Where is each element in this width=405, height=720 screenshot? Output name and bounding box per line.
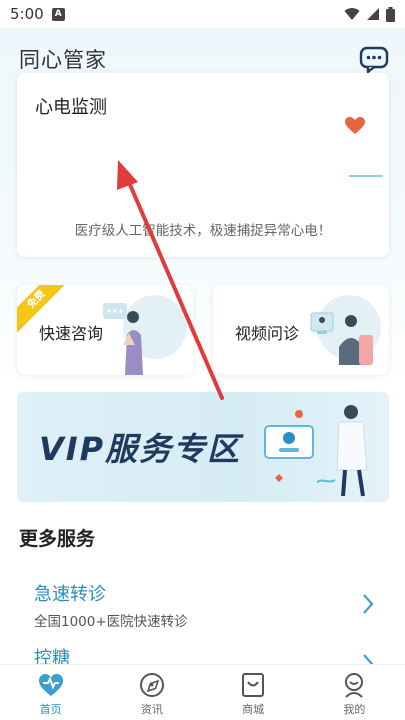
ecg-card-description: 医疗级人工智能技术，极速捕捉异常心电！	[74, 223, 332, 239]
page-title: 同心管家	[19, 48, 107, 72]
shop-bag-icon	[242, 673, 265, 697]
video-consult-card[interactable]: 视频问诊	[213, 285, 389, 375]
doctor-illustration	[264, 405, 368, 497]
nav-profile[interactable]: 我的	[304, 665, 405, 720]
wifi-icon	[344, 8, 360, 20]
chevron-right-icon[interactable]	[361, 593, 375, 615]
nav-home[interactable]: 首页	[0, 665, 101, 720]
home-heart-icon	[38, 674, 63, 696]
status-bar: 5:00 A	[0, 0, 405, 28]
heart-icon	[345, 117, 365, 134]
more-services-title: 更多服务	[19, 528, 96, 550]
nav-shop[interactable]: 商城	[203, 665, 304, 720]
battery-icon	[386, 6, 395, 22]
notification-icon: A	[51, 7, 65, 21]
ecg-card-title: 心电监测	[35, 97, 107, 118]
video-consult-illustration	[310, 295, 381, 365]
bottom-nav: 首页 资讯 商城 我的	[0, 664, 405, 720]
consult-illustration	[103, 295, 187, 375]
nav-shop-label: 商城	[242, 703, 265, 716]
status-icons	[344, 6, 395, 22]
ecg-monitor-card[interactable]: 心电监测 医疗级人工智能技术，极速捕捉异常心电！	[17, 73, 389, 257]
status-time: 5:00	[10, 5, 44, 23]
vip-banner[interactable]: VIP服务专区	[17, 392, 389, 502]
signal-icon	[367, 8, 379, 20]
fast-referral-title: 急速转诊	[34, 584, 106, 605]
video-consult-label: 视频问诊	[235, 324, 300, 343]
vip-banner-text: VIP服务专区	[39, 430, 242, 468]
nav-news[interactable]: 资讯	[101, 665, 202, 720]
ecg-line	[349, 175, 383, 177]
profile-icon	[345, 673, 364, 698]
nav-news-label: 资讯	[140, 703, 163, 716]
news-icon	[139, 673, 164, 697]
fast-referral-subtitle: 全国1000+医院快速转诊	[34, 614, 188, 630]
message-icon[interactable]	[359, 46, 389, 74]
nav-home-label: 首页	[39, 703, 62, 716]
nav-profile-label: 我的	[343, 703, 366, 716]
list-item-fast-referral[interactable]: 急速转诊 全国1000+医院快速转诊	[34, 580, 384, 630]
quick-consult-card[interactable]: 免费 快速咨询	[17, 285, 193, 375]
quick-consult-label: 快速咨询	[39, 324, 104, 343]
